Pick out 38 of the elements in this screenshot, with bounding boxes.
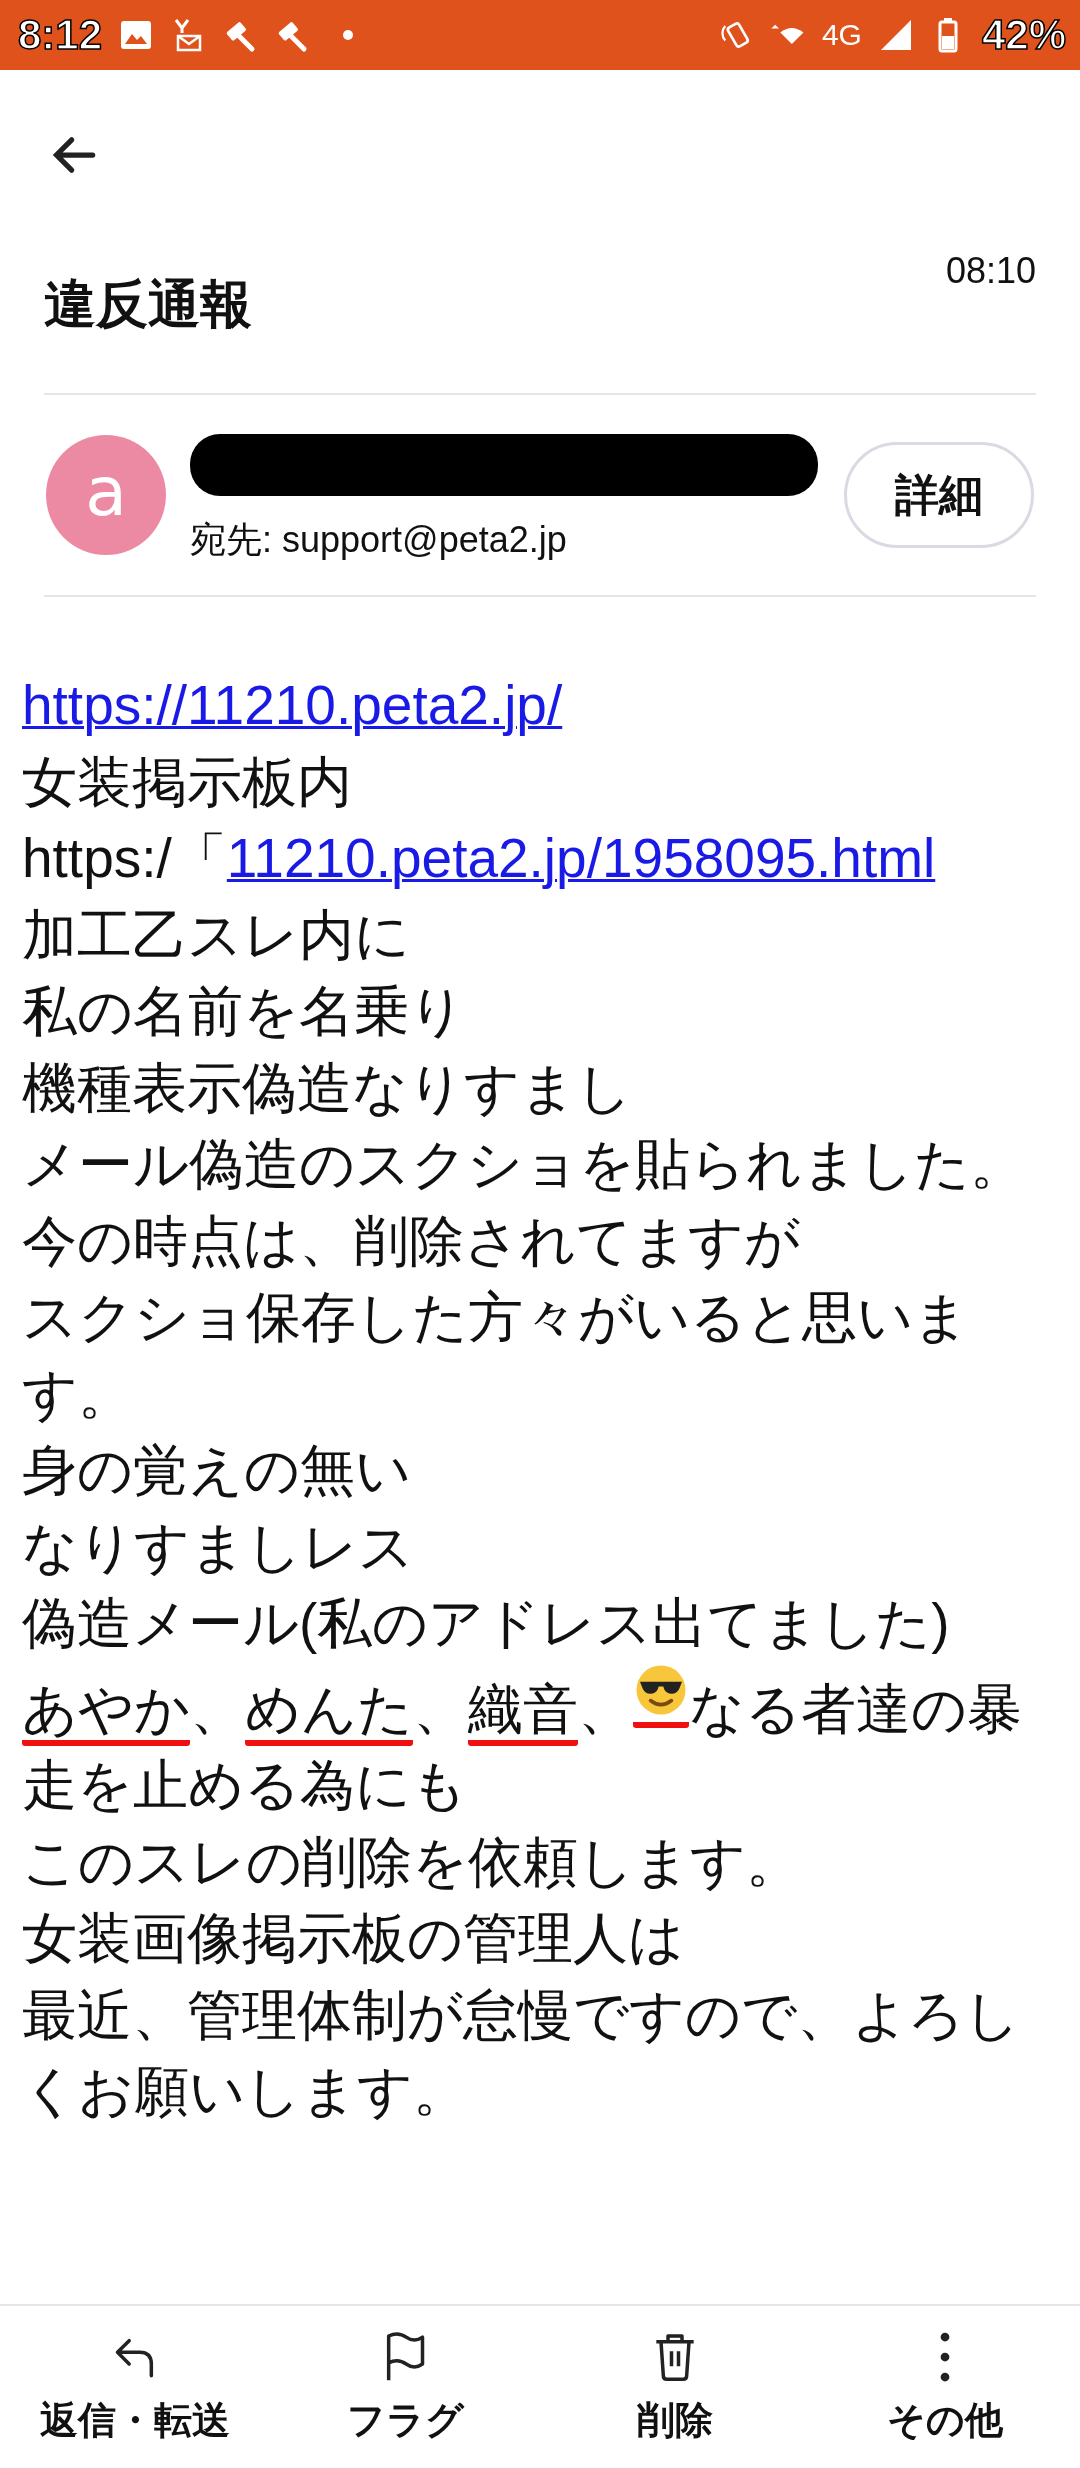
clock: 8:12 [18,11,103,59]
underlined-name: あやか [22,1677,190,1746]
details-button[interactable]: 詳細 [844,442,1034,548]
network-type: 4G [821,18,862,52]
body-text: 女装掲示板内 [22,750,352,813]
flag-button[interactable]: フラグ [295,2328,515,2446]
underlined-name: めんた [245,1677,413,1746]
avatar: a [46,435,166,555]
body-text: 身の覚えの無い [22,1439,411,1501]
body-text: 偽造メール(私のアドレス出てました) [22,1592,950,1654]
body-text: 、 [413,1677,468,1740]
body-text: このスレの削除を依頼します。 [22,1830,801,1893]
email-subject: 違反通報 [44,273,252,336]
body-text: 女装画像掲示板の管理人は [22,1907,684,1969]
link[interactable]: https://11210.peta2.jp/ [22,674,563,736]
body-text: メール偽造のスクショを貼られました。 [22,1133,1025,1195]
body-text: 今の時点は、削除されてますが [22,1209,800,1272]
more-icon [940,2331,950,2382]
link[interactable]: 11210.peta2.jp/1958095.html [226,827,936,889]
body-text: 加工乙スレ内に [22,903,410,966]
body-text: 機種表示偽造なりすまし [22,1056,632,1119]
dot-icon [342,29,355,41]
body-text: 、 [190,1677,245,1740]
reply-button[interactable]: 返信・転送 [25,2328,245,2446]
body-text: https:/「 [22,827,227,889]
email-time: 08:10 [945,250,1036,292]
battery-level: 42% [981,11,1066,59]
delete-button[interactable]: 削除 [565,2328,785,2446]
more-button[interactable]: その他 [835,2328,1055,2446]
body-text: 、 [578,1677,633,1740]
body-text: 最近、管理体制が怠慢ですので、よろしくお願いします。 [22,1983,1020,2122]
body-text: なりすましレス [22,1515,414,1578]
body-text: 走を止める為にも [22,1754,467,1816]
underlined-name: 織音 [468,1677,578,1746]
body-text: スクショ保存した方々がいると思います。 [22,1286,969,1425]
body-text: なる者達の暴 [689,1677,1022,1740]
recipient-address: 宛先: support@peta2.jp [190,517,568,562]
body-text: 私の名前を名乗り [22,980,465,1042]
